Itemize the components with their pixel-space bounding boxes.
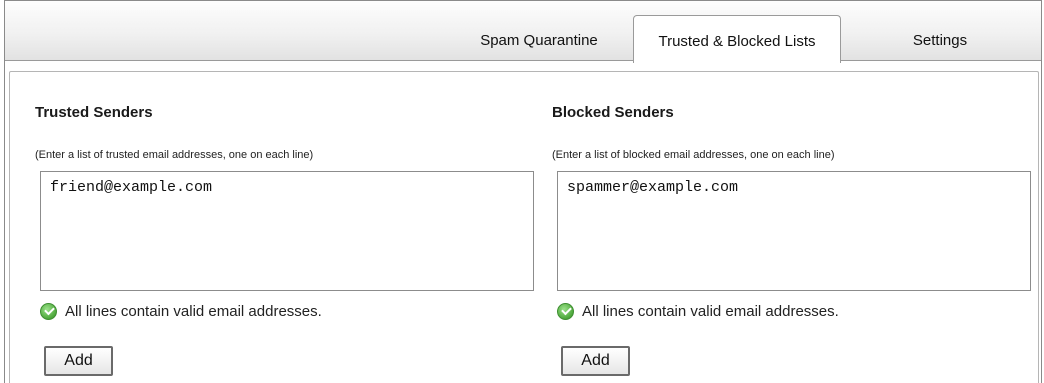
check-circle-icon	[557, 302, 574, 320]
trusted-senders-heading: Trusted Senders	[35, 104, 153, 121]
blocked-senders-hint: (Enter a list of blocked email addresses…	[552, 149, 835, 161]
tab-spam-quarantine[interactable]: Spam Quarantine	[465, 15, 613, 63]
trusted-validation-status: All lines contain valid email addresses.	[40, 301, 322, 321]
trusted-validation-text: All lines contain valid email addresses.	[65, 302, 322, 320]
check-circle-icon	[40, 302, 57, 320]
tab-settings[interactable]: Settings	[865, 15, 1015, 63]
lists-panel: Trusted Senders (Enter a list of trusted…	[9, 71, 1039, 383]
blocked-senders-input[interactable]: spammer@example.com	[557, 171, 1031, 291]
tab-bar: Spam Quarantine Trusted & Blocked Lists …	[5, 0, 1041, 63]
trusted-senders-input[interactable]: friend@example.com	[40, 171, 534, 291]
trusted-senders-hint: (Enter a list of trusted email addresses…	[35, 149, 314, 161]
blocked-validation-status: All lines contain valid email addresses.	[557, 301, 839, 321]
app-frame: Spam Quarantine Trusted & Blocked Lists …	[4, 0, 1042, 383]
add-blocked-button[interactable]: Add	[561, 346, 630, 376]
tab-trusted-blocked-lists[interactable]: Trusted & Blocked Lists	[633, 15, 841, 63]
add-trusted-button[interactable]: Add	[44, 346, 113, 376]
blocked-senders-heading: Blocked Senders	[552, 104, 674, 121]
blocked-validation-text: All lines contain valid email addresses.	[582, 302, 839, 320]
